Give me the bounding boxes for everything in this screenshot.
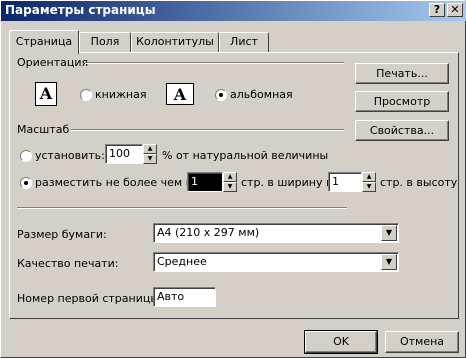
paper-size-select[interactable]: A4 (210 x 297 мм) ▼ (153, 223, 399, 243)
window-title: Параметры страницы (5, 3, 156, 17)
fit-width-input[interactable]: 1 (187, 172, 223, 192)
first-page-input[interactable]: Авто (153, 287, 216, 307)
title-bar[interactable]: Параметры страницы ? ✕ (1, 1, 466, 21)
paper-size-value: A4 (210 x 297 мм) (157, 226, 260, 239)
chevron-down-icon[interactable]: ▼ (381, 225, 397, 241)
landscape-radio[interactable] (215, 89, 227, 101)
preview-button[interactable]: Просмотр (355, 91, 449, 112)
paper-size-label: Размер бумаги: (17, 228, 107, 241)
print-quality-value: Среднее (157, 255, 207, 268)
landscape-page-icon: A (166, 83, 194, 105)
spin-down-icon[interactable]: ▼ (143, 154, 157, 164)
first-page-label: Номер первой страницы: (17, 292, 163, 305)
spin-up-icon[interactable]: ▲ (362, 172, 376, 182)
print-button[interactable]: Печать... (355, 63, 449, 84)
fit-height-input[interactable]: 1 (328, 172, 362, 192)
page-setup-dialog: Параметры страницы ? ✕ Страница Поля Кол… (0, 0, 466, 358)
tab-page[interactable]: Страница (9, 30, 79, 54)
close-button[interactable]: ✕ (447, 3, 463, 17)
spin-down-icon[interactable]: ▼ (223, 182, 237, 192)
fit-width-spinner[interactable]: ▲ ▼ (223, 172, 237, 192)
orientation-group-label: Ориентация (17, 56, 89, 69)
tab-sheet[interactable]: Лист (219, 32, 269, 52)
spin-down-icon[interactable]: ▼ (362, 182, 376, 192)
landscape-label[interactable]: альбомная (230, 88, 293, 101)
scale-fit-label[interactable]: разместить не более чем на: (35, 176, 203, 189)
scale-group-label: Масштаб (17, 123, 70, 136)
help-button[interactable]: ? (429, 3, 445, 17)
print-quality-select[interactable]: Среднее ▼ (153, 252, 399, 272)
spin-up-icon[interactable]: ▲ (223, 172, 237, 182)
scale-fit-radio[interactable] (20, 177, 32, 189)
orientation-divider (85, 62, 344, 64)
tab-margins[interactable]: Поля (79, 32, 131, 52)
portrait-label[interactable]: книжная (95, 88, 146, 101)
scale-percent-input[interactable]: 100 (105, 144, 143, 164)
scale-set-label[interactable]: установить: (35, 149, 105, 162)
portrait-page-icon: A (35, 82, 57, 106)
fit-width-suffix: стр. в ширину и (241, 176, 334, 189)
scale-percent-spinner[interactable]: ▲ ▼ (143, 144, 157, 164)
scale-divider (71, 129, 344, 131)
radio-dot (24, 181, 28, 185)
scale-percent-suffix: % от натуральной величины (162, 149, 329, 162)
spin-up-icon[interactable]: ▲ (143, 144, 157, 154)
chevron-down-icon[interactable]: ▼ (381, 254, 397, 270)
cancel-button[interactable]: Отмена (385, 331, 459, 353)
properties-button[interactable]: Свойства... (355, 120, 449, 141)
tab-header-footer[interactable]: Колонтитулы (131, 32, 219, 52)
portrait-radio[interactable] (80, 89, 92, 101)
scale-set-radio[interactable] (20, 150, 32, 162)
fit-height-suffix: стр. в высоту (380, 176, 458, 189)
ok-button[interactable]: OK (304, 330, 378, 354)
print-quality-label: Качество печати: (17, 257, 119, 270)
section-divider (17, 207, 347, 209)
fit-height-spinner[interactable]: ▲ ▼ (362, 172, 376, 192)
radio-dot (219, 93, 223, 97)
